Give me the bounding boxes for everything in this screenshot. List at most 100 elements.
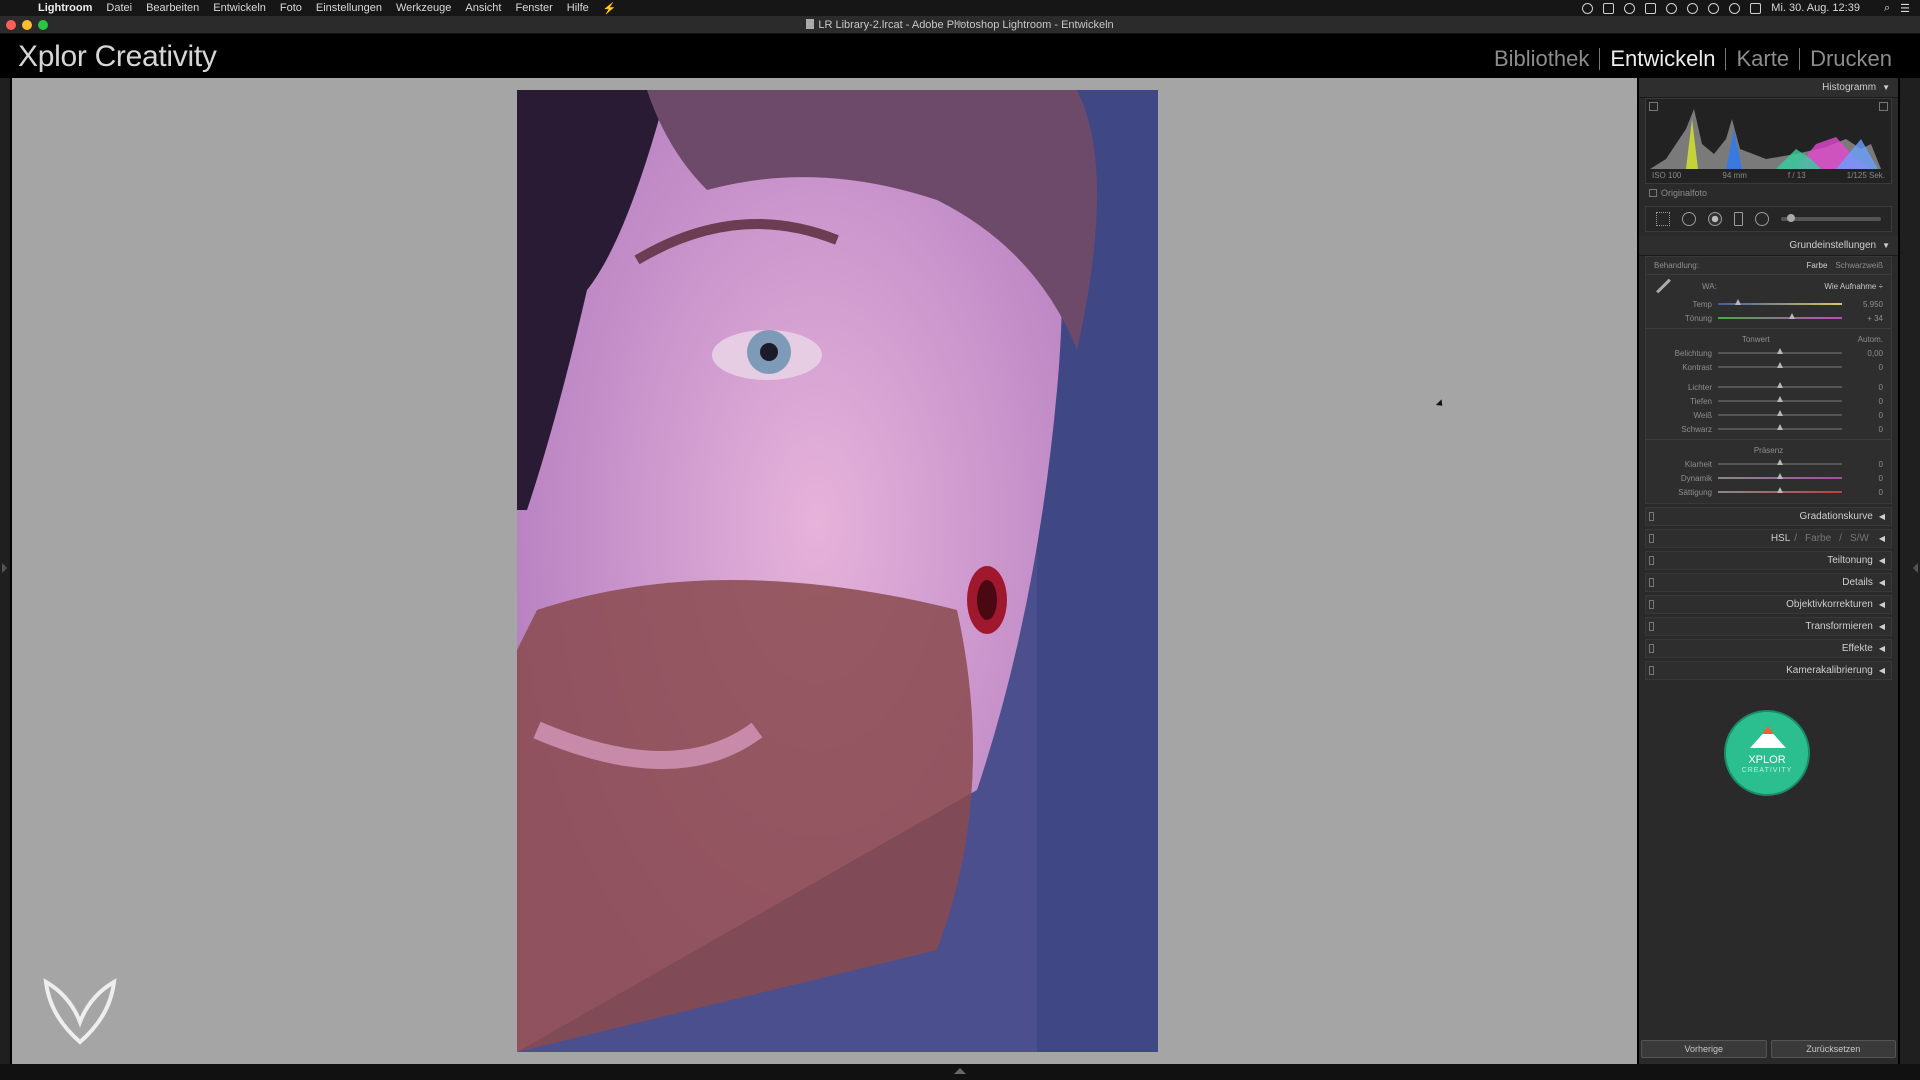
panel-switch[interactable] — [1649, 600, 1654, 609]
saturation-thumb[interactable] — [1777, 487, 1783, 493]
graduated-filter-icon[interactable] — [1734, 212, 1743, 226]
effects-panel[interactable]: Effekte ◀ — [1645, 639, 1892, 658]
menu-datei[interactable]: Datei — [106, 2, 132, 14]
whites-thumb[interactable] — [1777, 410, 1783, 416]
panel-switch[interactable] — [1649, 578, 1654, 587]
crop-overlay-icon[interactable] — [1656, 212, 1670, 226]
blacks-track[interactable] — [1718, 424, 1842, 430]
expand-triangle-icon[interactable]: ◀ — [1879, 644, 1885, 653]
module-drucken[interactable]: Drucken — [1800, 46, 1902, 72]
top-panel-toggle-icon[interactable] — [954, 20, 964, 25]
saturation-track[interactable] — [1718, 487, 1842, 493]
module-karte[interactable]: Karte — [1726, 46, 1799, 72]
cloud-icon[interactable] — [1666, 2, 1678, 14]
contrast-thumb[interactable] — [1777, 362, 1783, 368]
blacks-value[interactable]: 0 — [1842, 425, 1883, 434]
reset-button[interactable]: Zurücksetzen — [1770, 1040, 1896, 1058]
auto-tone-button[interactable]: Autom. — [1858, 335, 1883, 344]
whites-track[interactable] — [1718, 410, 1842, 416]
bluetooth-icon[interactable] — [1708, 2, 1720, 14]
treatment-color[interactable]: Farbe — [1807, 261, 1828, 270]
menu-app[interactable]: Lightroom — [38, 2, 92, 14]
detail-panel[interactable]: Details ◀ — [1645, 573, 1892, 592]
color-tab[interactable]: Farbe — [1805, 533, 1831, 544]
saturation-slider-row[interactable]: Sättigung 0 — [1646, 485, 1891, 499]
contrast-track[interactable] — [1718, 362, 1842, 368]
expand-triangle-icon[interactable]: ◀ — [1879, 600, 1885, 609]
tint-thumb[interactable] — [1789, 313, 1796, 319]
filmstrip-toggle-icon[interactable] — [954, 1068, 966, 1074]
menu-werkzeuge[interactable]: Werkzeuge — [396, 2, 451, 14]
hsl-panel[interactable]: HSL / Farbe / S/W ◀ — [1645, 529, 1892, 548]
filmstrip-edge[interactable] — [0, 1064, 1920, 1080]
red-eye-icon[interactable] — [1708, 212, 1722, 226]
expand-triangle-icon[interactable]: ◀ — [1879, 622, 1885, 631]
basic-panel-header[interactable]: Grundeinstellungen ▼ — [1639, 236, 1898, 256]
whites-slider-row[interactable]: Weiß 0 — [1646, 408, 1891, 422]
shadows-track[interactable] — [1718, 396, 1842, 402]
adjustment-brush-slider[interactable] — [1781, 214, 1881, 222]
blacks-slider-row[interactable]: Schwarz 0 — [1646, 422, 1891, 436]
wb-preset-select[interactable]: Wie Aufnahme ÷ — [1824, 282, 1883, 291]
expand-triangle-icon[interactable]: ◀ — [1879, 578, 1885, 587]
radial-filter-icon[interactable] — [1755, 212, 1769, 226]
temp-slider-row[interactable]: Temp 5.950 — [1646, 297, 1891, 311]
whites-value[interactable]: 0 — [1842, 411, 1883, 420]
transform-panel[interactable]: Transformieren ◀ — [1645, 617, 1892, 636]
highlights-thumb[interactable] — [1777, 382, 1783, 388]
panel-switch[interactable] — [1649, 534, 1654, 543]
highlights-track[interactable] — [1718, 382, 1842, 388]
clarity-track[interactable] — [1718, 459, 1842, 465]
panel-switch[interactable] — [1649, 556, 1654, 565]
saturation-value[interactable]: 0 — [1842, 488, 1883, 497]
menu-hilfe[interactable]: Hilfe — [567, 2, 589, 14]
blacks-thumb[interactable] — [1777, 424, 1783, 430]
module-entwickeln[interactable]: Entwickeln — [1600, 46, 1725, 72]
vibrance-track[interactable] — [1718, 473, 1842, 479]
camera-calibration-panel[interactable]: Kamerakalibrierung ◀ — [1645, 661, 1892, 680]
wifi-icon[interactable] — [1729, 2, 1741, 14]
image-workspace[interactable] — [12, 78, 1637, 1064]
histogram[interactable]: ISO 100 94 mm f / 13 1/125 Sek. — [1645, 98, 1892, 184]
exposure-track[interactable] — [1718, 348, 1842, 354]
battery-icon[interactable] — [1750, 2, 1762, 14]
clock[interactable]: Mi. 30. Aug. 12:39 — [1771, 2, 1860, 14]
histogram-header[interactable]: Histogramm ▼ — [1639, 78, 1898, 98]
slider-knob[interactable] — [1787, 214, 1795, 222]
expand-triangle-icon[interactable]: ◀ — [1879, 666, 1885, 675]
tone-curve-panel[interactable]: Gradationskurve ◀ — [1645, 507, 1892, 526]
tint-value[interactable]: + 34 — [1842, 314, 1883, 323]
menu-bearbeiten[interactable]: Bearbeiten — [146, 2, 199, 14]
portrait-photo[interactable] — [517, 90, 1158, 1052]
panel-switch[interactable] — [1649, 512, 1654, 521]
notification-center-icon[interactable]: ☰ — [1900, 2, 1910, 15]
panel-switch[interactable] — [1649, 622, 1654, 631]
original-checkbox[interactable] — [1649, 189, 1657, 197]
exposure-slider-row[interactable]: Belichtung 0,00 — [1646, 346, 1891, 360]
record-icon[interactable] — [1582, 2, 1594, 14]
menu-einstellungen[interactable]: Einstellungen — [316, 2, 382, 14]
menu-fenster[interactable]: Fenster — [515, 2, 552, 14]
menu-foto[interactable]: Foto — [280, 2, 302, 14]
shadows-slider-row[interactable]: Tiefen 0 — [1646, 394, 1891, 408]
spot-removal-icon[interactable] — [1682, 212, 1696, 226]
eyedropper-icon[interactable] — [1654, 277, 1672, 295]
exposure-thumb[interactable] — [1777, 348, 1783, 354]
vibrance-thumb[interactable] — [1777, 473, 1783, 479]
split-toning-panel[interactable]: Teiltonung ◀ — [1645, 551, 1892, 570]
time-machine-icon[interactable] — [1687, 2, 1699, 14]
clarity-slider-row[interactable]: Klarheit 0 — [1646, 457, 1891, 471]
right-panel-edge[interactable] — [1900, 78, 1920, 1064]
temp-value[interactable]: 5.950 — [1842, 300, 1883, 309]
clarity-thumb[interactable] — [1777, 459, 1783, 465]
menu-entwickeln[interactable]: Entwickeln — [213, 2, 266, 14]
highlights-slider-row[interactable]: Lichter 0 — [1646, 380, 1891, 394]
lens-corrections-panel[interactable]: Objektivkorrekturen ◀ — [1645, 595, 1892, 614]
dropbox-icon[interactable] — [1603, 2, 1615, 14]
bw-tab[interactable]: S/W — [1850, 533, 1869, 544]
user-icon[interactable] — [1645, 2, 1657, 14]
temp-track[interactable] — [1718, 299, 1842, 305]
original-photo-toggle[interactable]: Originalfoto — [1639, 184, 1898, 202]
hsl-tab[interactable]: HSL — [1771, 533, 1790, 544]
module-bibliothek[interactable]: Bibliothek — [1484, 46, 1599, 72]
